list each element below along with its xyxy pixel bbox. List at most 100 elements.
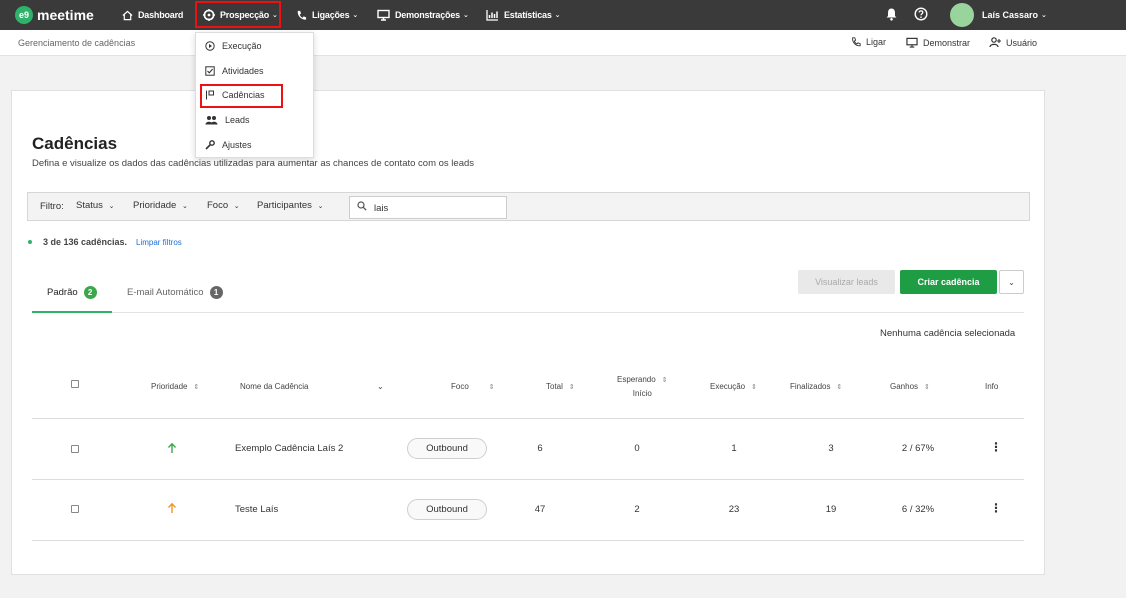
page-title: Cadências xyxy=(32,134,118,153)
header-ganhos-label: Ganhos xyxy=(890,382,919,391)
chevron-down-icon: ⌄ xyxy=(554,12,561,19)
select-all-checkbox[interactable] xyxy=(71,380,79,388)
meetime-logo[interactable]: e9 meetime xyxy=(15,6,94,24)
tab-email-badge: 1 xyxy=(209,286,223,299)
clear-filters-link[interactable]: Limpar filtros xyxy=(136,238,182,247)
header-nome[interactable]: Nome da Cadência xyxy=(240,380,308,393)
menu-item-execucao[interactable]: Execução xyxy=(205,41,262,51)
play-circle-icon xyxy=(205,41,215,51)
focus-badge: Outbound xyxy=(407,438,487,459)
nav-estatisticas[interactable]: Estatísticas ⌄ xyxy=(486,0,561,30)
header-total[interactable]: Total ⇕ xyxy=(546,380,575,394)
menu-item-atividades[interactable]: Atividades xyxy=(205,66,264,76)
search-input[interactable] xyxy=(349,196,507,219)
page-subtitle: Defina e visualize os dados das cadência… xyxy=(32,158,475,169)
results-count: 3 de 136 cadências. xyxy=(43,237,128,247)
nav-dashboard-label: Dashboard xyxy=(138,10,184,20)
breadcrumb: Gerenciamento de cadências xyxy=(18,38,136,48)
cadencias-highlight-box xyxy=(200,84,283,108)
filter-prioridade[interactable]: Prioridade ⌄ xyxy=(133,200,188,211)
avatar[interactable] xyxy=(950,3,974,27)
header-execucao[interactable]: Execução ⇕ xyxy=(710,380,757,394)
user-menu[interactable]: Laís Cassaro ⌄ xyxy=(982,0,1047,30)
waiting-value: 0 xyxy=(634,443,640,454)
tab-padrao[interactable]: Padrão 2 xyxy=(47,286,97,299)
filter-participantes-label: Participantes xyxy=(257,200,312,211)
header-esperando-label-1: Esperando xyxy=(617,375,656,384)
filter-participantes[interactable]: Participantes ⌄ xyxy=(257,200,323,211)
chevron-down-icon: ⌄ xyxy=(462,12,469,19)
tab-email-automatico[interactable]: E-mail Automático 1 xyxy=(127,286,223,299)
monitor-icon xyxy=(906,37,918,48)
help-icon[interactable] xyxy=(914,7,928,21)
user-add-icon xyxy=(989,37,1001,48)
usuario-button[interactable]: Usuário xyxy=(989,37,1037,48)
finished-value: 3 xyxy=(828,443,834,454)
create-cadence-button[interactable]: Criar cadência xyxy=(900,270,997,294)
cadence-name[interactable]: Teste Laís xyxy=(235,504,278,515)
more-actions-button[interactable]: ⌄ xyxy=(999,270,1024,294)
usuario-label: Usuário xyxy=(1006,37,1038,48)
filter-prioridade-label: Prioridade xyxy=(133,200,177,211)
chevron-down-icon: ⌄ xyxy=(108,203,115,210)
header-total-label: Total xyxy=(546,382,563,391)
demonstrar-label: Demonstrar xyxy=(923,37,971,48)
logo-badge: e9 xyxy=(15,6,33,24)
total-value: 6 xyxy=(537,443,543,454)
filter-foco[interactable]: Foco ⌄ xyxy=(207,200,240,211)
nav-ligacoes-label: Ligações xyxy=(312,10,350,20)
demonstrar-button[interactable]: Demonstrar xyxy=(906,37,970,48)
more-options-icon[interactable]: ⋮ xyxy=(990,441,1002,453)
header-foco-label: Foco xyxy=(451,382,469,391)
chevron-down-icon: ⌄ xyxy=(1008,277,1015,287)
row-divider xyxy=(32,540,1024,541)
top-navigation-bar: e9 meetime Dashboard Prospecção ⌄ Ligaçõ… xyxy=(0,0,1126,30)
view-leads-button[interactable]: Visualizar leads xyxy=(798,270,895,294)
total-value: 47 xyxy=(534,504,546,515)
tab-email-label: E-mail Automático xyxy=(127,287,204,298)
chevron-down-icon: ⌄ xyxy=(181,203,188,210)
header-finalizados[interactable]: Finalizados ⇕ xyxy=(790,380,842,394)
menu-item-leads[interactable]: Leads xyxy=(205,115,250,125)
more-options-icon[interactable]: ⋮ xyxy=(990,502,1002,514)
chevron-down-icon: ⌄ xyxy=(352,12,359,19)
menu-item-ajustes[interactable]: Ajustes xyxy=(205,140,252,150)
ligar-button[interactable]: Ligar xyxy=(851,37,886,47)
cadence-name[interactable]: Exemplo Cadência Laís 2 xyxy=(235,443,343,454)
chevron-down-icon[interactable]: ⌄ xyxy=(377,380,384,393)
wrench-icon xyxy=(205,140,215,150)
header-prioridade[interactable]: Prioridade ⇕ xyxy=(151,380,199,394)
selection-status: Nenhuma cadência selecionada xyxy=(880,328,1016,339)
table-header-divider xyxy=(32,418,1024,419)
execution-value: 1 xyxy=(731,443,737,454)
tab-padrao-label: Padrão xyxy=(47,287,78,298)
nav-dashboard[interactable]: Dashboard xyxy=(122,0,183,30)
waiting-value: 2 xyxy=(634,504,640,515)
header-ganhos[interactable]: Ganhos ⇕ xyxy=(890,380,930,394)
sort-icon: ⇕ xyxy=(661,377,668,384)
sort-icon: ⇕ xyxy=(568,384,575,391)
won-value: 6 / 32% xyxy=(901,504,935,515)
header-foco[interactable]: Foco ⇕ xyxy=(451,380,495,394)
search-value[interactable]: lais xyxy=(374,203,388,214)
chevron-down-icon: ⌄ xyxy=(233,203,240,210)
menu-item-atividades-label: Atividades xyxy=(222,66,264,76)
row-checkbox[interactable] xyxy=(71,505,79,513)
nav-demonstracoes-label: Demonstrações xyxy=(395,10,460,20)
priority-up-arrow-icon xyxy=(167,502,177,513)
sort-icon: ⇕ xyxy=(836,384,843,391)
row-divider xyxy=(32,479,1024,480)
users-icon xyxy=(205,116,218,125)
nav-estatisticas-label: Estatísticas xyxy=(504,10,552,20)
nav-demonstracoes[interactable]: Demonstrações ⌄ xyxy=(377,0,469,30)
header-esperando[interactable]: Esperando ⇕ Início xyxy=(617,373,668,400)
nav-ligacoes[interactable]: Ligações ⌄ xyxy=(296,0,358,30)
menu-item-leads-label: Leads xyxy=(225,115,250,125)
menu-item-execucao-label: Execução xyxy=(222,41,262,51)
row-checkbox[interactable] xyxy=(71,445,79,453)
filter-status[interactable]: Status ⌄ xyxy=(76,200,114,211)
bell-icon[interactable] xyxy=(885,7,898,21)
header-info-label: Info xyxy=(985,382,999,391)
menu-item-ajustes-label: Ajustes xyxy=(222,140,252,150)
user-name: Laís Cassaro xyxy=(982,10,1039,20)
